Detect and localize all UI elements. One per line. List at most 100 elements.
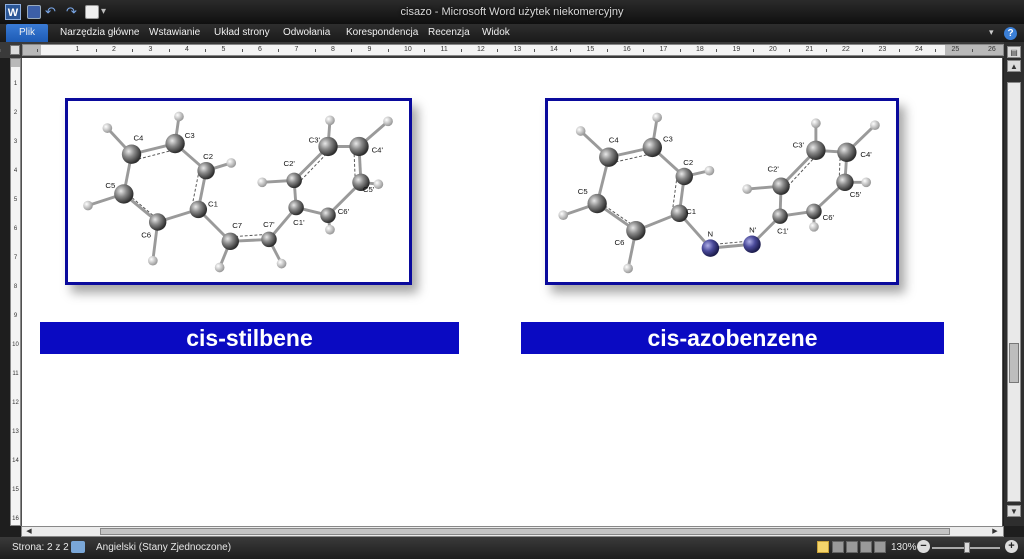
ruler-tick [278, 49, 280, 52]
vruler-number: 10 [12, 342, 19, 348]
zoom-slider-thumb[interactable] [964, 542, 970, 553]
tab-references[interactable]: Odwołania [283, 24, 330, 42]
horizontal-ruler[interactable]: 1 2 3 4 5 6 7 8 9 10 11 12 13 14 15 16 17 18 19 20 21 22 23 24 2… [0, 44, 1004, 56]
atom-label: C1 [208, 200, 218, 209]
vruler-number: 6 [13, 226, 18, 232]
ruler-tick [935, 49, 937, 52]
outline-view-icon[interactable] [860, 541, 872, 553]
atom-label: C2 [203, 152, 213, 161]
scroll-up-icon[interactable]: ▲ [1007, 60, 1021, 72]
ruler-tick [971, 49, 973, 52]
ruler-tick [643, 49, 645, 52]
atom-label: C3' [793, 140, 805, 149]
ruler-tick [679, 49, 681, 52]
tab-insert[interactable]: Wstawianie [149, 24, 200, 42]
ruler-tick [95, 49, 97, 52]
azobenzene-image[interactable]: C4 C3 C2 C5 C1 C6 N N' C2' C3' C4' C5' C… [545, 98, 899, 285]
atom-label: C2' [767, 165, 779, 174]
proofing-icon[interactable] [71, 541, 85, 553]
window-title: cisazo - Microsoft Word użytek niekomerc… [400, 6, 624, 18]
horizontal-scroll-thumb[interactable] [100, 528, 950, 535]
tab-home[interactable]: Narzędzia główne [60, 24, 140, 42]
ruler-tick [241, 49, 243, 52]
atom-label: C5 [105, 181, 115, 190]
vruler-number: 5 [13, 197, 18, 203]
ruler-number: 5 [221, 46, 226, 53]
ribbon-tabs: Plik Narzędzia główne Wstawianie Układ s… [0, 24, 1024, 42]
ruler-tick [789, 49, 791, 52]
ruler-tick [460, 49, 462, 52]
zoom-out-icon[interactable]: − [917, 540, 930, 553]
ruler-tick [205, 49, 207, 52]
scroll-left-icon[interactable]: ◀ [24, 527, 34, 536]
full-screen-reading-view-icon[interactable] [832, 541, 844, 553]
vertical-ruler[interactable]: 1 2 3 4 5 6 7 8 9 10 11 12 13 14 15 16 [10, 58, 21, 526]
ruler-number: 24 [915, 46, 923, 53]
tab-selector[interactable] [10, 45, 20, 55]
ruler-number: 15 [586, 46, 595, 53]
atom-label: C6 [615, 238, 625, 247]
vruler-number: 11 [12, 371, 19, 377]
web-layout-view-icon[interactable] [846, 541, 858, 553]
vruler-number: 9 [13, 313, 18, 319]
atom-label: C2' [284, 159, 296, 168]
atom-label: C6' [823, 213, 835, 222]
atom-label: N' [749, 226, 757, 235]
vruler-number: 13 [12, 429, 19, 435]
ruler-left-margin [23, 45, 41, 55]
page-count[interactable]: Strona: 2 z 2 [12, 542, 69, 553]
vruler-number: 15 [12, 487, 19, 493]
ruler-tick [168, 49, 170, 52]
language-indicator[interactable]: Angielski (Stany Zjednoczone) [96, 542, 231, 553]
ruler-tick [351, 49, 353, 52]
tab-page-layout[interactable]: Układ strony [214, 24, 270, 42]
zoom-in-icon[interactable]: + [1005, 540, 1018, 553]
atom-label: C6' [338, 207, 350, 216]
tab-file[interactable]: Plik [6, 24, 48, 42]
atom-label: C1 [686, 207, 696, 216]
ruler-area: 1 2 3 4 5 6 7 8 9 10 11 12 13 14 15 16 17 18 19 20 21 22 23 24 2… [0, 42, 1024, 58]
atom-label: N [707, 230, 713, 239]
horizontal-scrollbar[interactable]: ◀ ▶ [21, 526, 1004, 537]
ruler-number: 3 [148, 46, 153, 53]
status-bar: Strona: 2 z 2 Angielski (Stany Zjednoczo… [0, 537, 1024, 559]
atom-label: C1' [777, 227, 789, 236]
document-page[interactable]: C4 C3 C2 C5 C1 C6 C7 C7' C2' C3' C4' C5'… [22, 58, 1002, 526]
view-ruler-icon[interactable]: ▤ [1007, 46, 1021, 58]
atom-label: C6 [141, 230, 151, 239]
vruler-number: 12 [12, 400, 19, 406]
ruler-number: 7 [294, 46, 299, 53]
ruler-tick [898, 49, 900, 52]
atom-label: C3 [663, 135, 673, 144]
stilbene-image[interactable]: C4 C3 C2 C5 C1 C6 C7 C7' C2' C3' C4' C5'… [65, 98, 412, 285]
ruler-tick [716, 49, 718, 52]
scroll-track[interactable] [1007, 82, 1021, 502]
atom-label: C4 [609, 136, 620, 145]
ruler-number: 6 [258, 46, 262, 53]
scroll-thumb[interactable] [1009, 343, 1019, 383]
atom-label: C7' [263, 220, 275, 229]
help-icon[interactable]: ? [1004, 27, 1017, 40]
azobenzene-structure: C4 C3 C2 C5 C1 C6 N N' C2' C3' C4' C5' C… [558, 112, 880, 274]
atom-label: C7 [232, 221, 242, 230]
scroll-down-icon[interactable]: ▼ [1007, 505, 1021, 517]
scroll-right-icon[interactable]: ▶ [990, 527, 1000, 536]
ruler-tick [825, 49, 827, 52]
ruler-tick [862, 49, 864, 52]
print-layout-view-icon[interactable] [817, 541, 829, 553]
ruler-number: 21 [805, 46, 814, 53]
tab-review[interactable]: Recenzja [428, 24, 470, 42]
vruler-number: 16 [12, 516, 19, 522]
ruler-number: 14 [550, 46, 558, 53]
vruler-top-margin [11, 59, 20, 67]
tab-mailings[interactable]: Korespondencja [346, 24, 418, 42]
vruler-number: 4 [13, 168, 18, 174]
zoom-level[interactable]: 130% [891, 542, 917, 553]
vertical-scrollbar[interactable]: ▤ ▲ ▼ [1004, 42, 1024, 526]
draft-view-icon[interactable] [874, 541, 886, 553]
ruler-number: 18 [696, 46, 704, 53]
ruler-number: 10 [404, 46, 412, 53]
vruler-number: 8 [13, 284, 18, 290]
minimize-ribbon-icon[interactable]: ▾ [989, 27, 994, 38]
tab-view[interactable]: Widok [482, 24, 510, 42]
